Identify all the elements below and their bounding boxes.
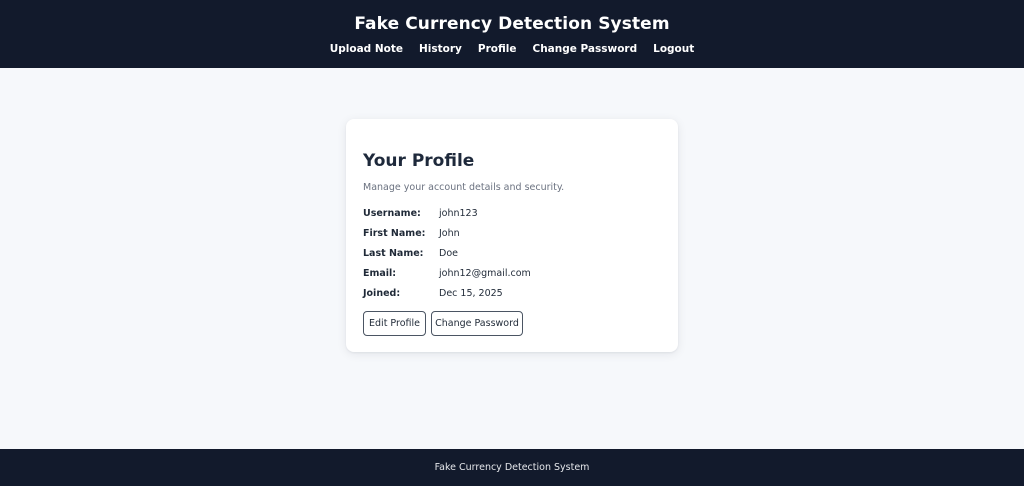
username-value: john123	[439, 208, 478, 219]
profile-subtitle: Manage your account details and security…	[363, 182, 565, 193]
nav-change-password[interactable]: Change Password	[532, 43, 637, 55]
username-label: Username:	[363, 208, 421, 219]
profile-card: Your Profile Manage your account details…	[346, 119, 678, 352]
last-name-label: Last Name:	[363, 248, 424, 259]
change-password-button[interactable]: Change Password	[431, 311, 523, 336]
nav-logout[interactable]: Logout	[653, 43, 694, 55]
nav-upload-note[interactable]: Upload Note	[330, 43, 403, 55]
edit-profile-button[interactable]: Edit Profile	[363, 311, 426, 336]
last-name-value: Doe	[439, 248, 458, 259]
page-footer: Fake Currency Detection System	[0, 449, 1024, 486]
first-name-label: First Name:	[363, 228, 426, 239]
nav-profile[interactable]: Profile	[478, 43, 517, 55]
first-name-value: John	[439, 228, 460, 239]
email-value: john12@gmail.com	[439, 268, 531, 279]
joined-label: Joined:	[363, 288, 401, 299]
main-nav: Upload Note History Profile Change Passw…	[0, 43, 1024, 55]
email-label: Email:	[363, 268, 397, 279]
top-header: Fake Currency Detection System Upload No…	[0, 0, 1024, 68]
nav-history[interactable]: History	[419, 43, 462, 55]
joined-value: Dec 15, 2025	[439, 288, 503, 299]
footer-text: Fake Currency Detection System	[434, 462, 590, 473]
profile-title: Your Profile	[363, 151, 475, 171]
app-title: Fake Currency Detection System	[354, 14, 670, 34]
